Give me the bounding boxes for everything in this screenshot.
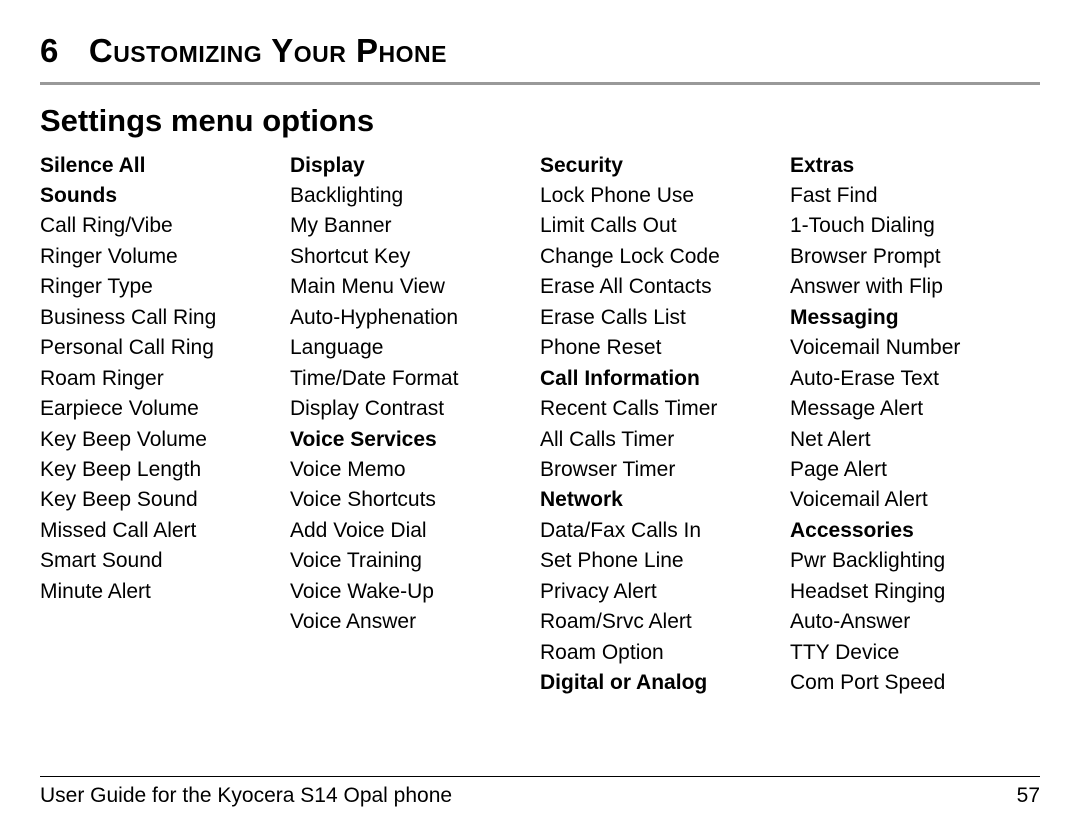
menu-item: Minute Alert xyxy=(40,577,290,607)
menu-item: Auto-Answer xyxy=(790,607,1040,637)
menu-item: Browser Timer xyxy=(540,455,790,485)
menu-heading: Digital or Analog xyxy=(540,668,790,698)
menu-item: Voice Shortcuts xyxy=(290,485,540,515)
menu-item: Recent Calls Timer xyxy=(540,394,790,424)
settings-columns: Silence AllSoundsCall Ring/VibeRinger Vo… xyxy=(40,151,1040,699)
menu-heading: Messaging xyxy=(790,303,1040,333)
settings-column: Silence AllSoundsCall Ring/VibeRinger Vo… xyxy=(40,151,290,699)
menu-item: Personal Call Ring xyxy=(40,333,290,363)
menu-item: Erase All Contacts xyxy=(540,272,790,302)
menu-item: All Calls Timer xyxy=(540,425,790,455)
menu-item: Limit Calls Out xyxy=(540,211,790,241)
section-title: Settings menu options xyxy=(40,99,1040,142)
menu-item: Voicemail Alert xyxy=(790,485,1040,515)
menu-item: Voicemail Number xyxy=(790,333,1040,363)
menu-item: TTY Device xyxy=(790,638,1040,668)
menu-item: Privacy Alert xyxy=(540,577,790,607)
menu-item: Backlighting xyxy=(290,181,540,211)
menu-item: Answer with Flip xyxy=(790,272,1040,302)
menu-item: Key Beep Volume xyxy=(40,425,290,455)
menu-item: Business Call Ring xyxy=(40,303,290,333)
menu-item: Com Port Speed xyxy=(790,668,1040,698)
menu-heading: Voice Services xyxy=(290,425,540,455)
menu-item: Voice Training xyxy=(290,546,540,576)
menu-item: Key Beep Length xyxy=(40,455,290,485)
menu-item: 1-Touch Dialing xyxy=(790,211,1040,241)
menu-item: Ringer Type xyxy=(40,272,290,302)
menu-item: Data/Fax Calls In xyxy=(540,516,790,546)
menu-item: Headset Ringing xyxy=(790,577,1040,607)
menu-item: Browser Prompt xyxy=(790,242,1040,272)
menu-item: Time/Date Format xyxy=(290,364,540,394)
menu-item: Set Phone Line xyxy=(540,546,790,576)
menu-item: Ringer Volume xyxy=(40,242,290,272)
divider xyxy=(40,82,1040,85)
menu-heading: Accessories xyxy=(790,516,1040,546)
menu-item: My Banner xyxy=(290,211,540,241)
menu-item: Roam Option xyxy=(540,638,790,668)
menu-item: Lock Phone Use xyxy=(540,181,790,211)
menu-item: Roam Ringer xyxy=(40,364,290,394)
chapter-number: 6 xyxy=(40,28,59,74)
settings-column: SecurityLock Phone UseLimit Calls OutCha… xyxy=(540,151,790,699)
menu-heading: Extras xyxy=(790,151,1040,181)
menu-item: Voice Wake-Up xyxy=(290,577,540,607)
chapter-title: Customizing Your Phone xyxy=(89,28,447,74)
menu-item: Phone Reset xyxy=(540,333,790,363)
menu-item: Voice Memo xyxy=(290,455,540,485)
menu-heading: Silence All xyxy=(40,151,290,181)
menu-item: Message Alert xyxy=(790,394,1040,424)
menu-item: Smart Sound xyxy=(40,546,290,576)
page-footer: User Guide for the Kyocera S14 Opal phon… xyxy=(40,776,1040,810)
menu-heading: Security xyxy=(540,151,790,181)
menu-item: Key Beep Sound xyxy=(40,485,290,515)
menu-item: Language xyxy=(290,333,540,363)
menu-item: Voice Answer xyxy=(290,607,540,637)
settings-column: ExtrasFast Find1-Touch DialingBrowser Pr… xyxy=(790,151,1040,699)
menu-item: Change Lock Code xyxy=(540,242,790,272)
chapter-heading: 6 Customizing Your Phone xyxy=(40,28,1040,74)
menu-item: Net Alert xyxy=(790,425,1040,455)
menu-heading: Sounds xyxy=(40,181,290,211)
menu-item: Call Ring/Vibe xyxy=(40,211,290,241)
menu-item: Page Alert xyxy=(790,455,1040,485)
menu-item: Add Voice Dial xyxy=(290,516,540,546)
menu-item: Auto-Erase Text xyxy=(790,364,1040,394)
menu-item: Shortcut Key xyxy=(290,242,540,272)
menu-heading: Display xyxy=(290,151,540,181)
menu-item: Roam/Srvc Alert xyxy=(540,607,790,637)
menu-heading: Network xyxy=(540,485,790,515)
menu-item: Main Menu View xyxy=(290,272,540,302)
menu-item: Erase Calls List xyxy=(540,303,790,333)
menu-item: Display Contrast xyxy=(290,394,540,424)
menu-item: Fast Find xyxy=(790,181,1040,211)
footer-right: 57 xyxy=(1017,781,1040,810)
menu-item: Earpiece Volume xyxy=(40,394,290,424)
settings-column: DisplayBacklightingMy BannerShortcut Key… xyxy=(290,151,540,699)
footer-left: User Guide for the Kyocera S14 Opal phon… xyxy=(40,781,452,810)
menu-item: Auto-Hyphenation xyxy=(290,303,540,333)
menu-heading: Call Information xyxy=(540,364,790,394)
menu-item: Pwr Backlighting xyxy=(790,546,1040,576)
menu-item: Missed Call Alert xyxy=(40,516,290,546)
